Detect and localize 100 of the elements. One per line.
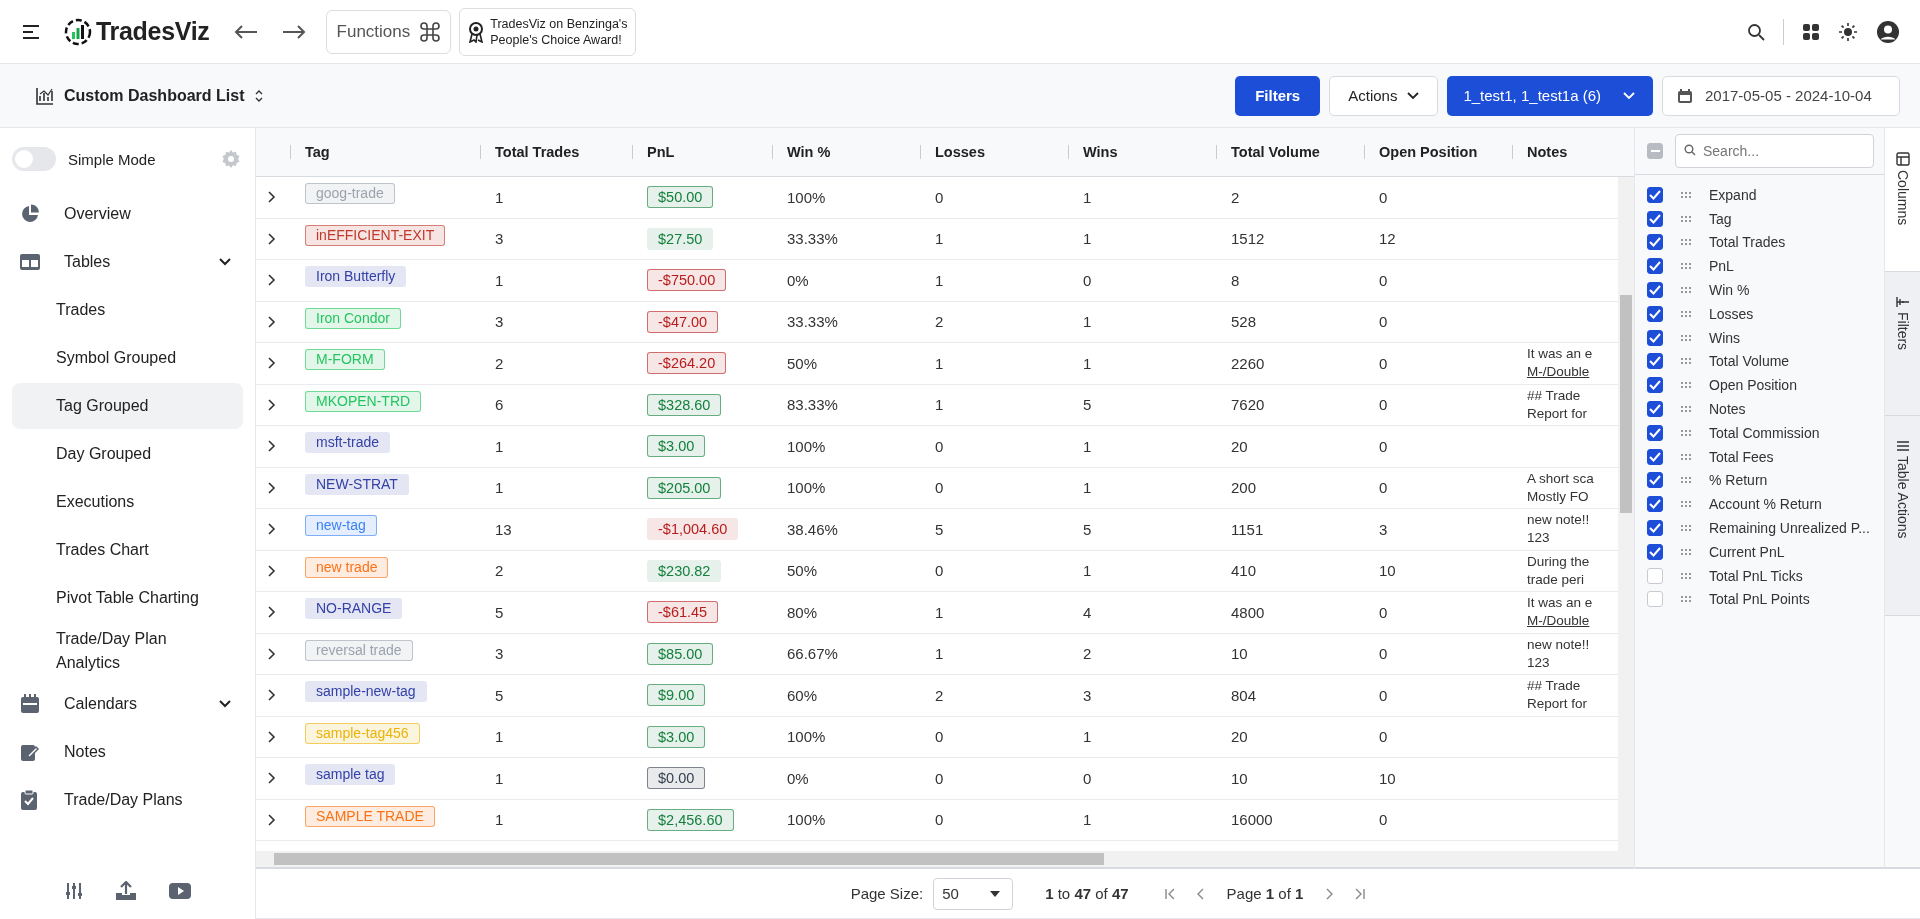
drag-handle-icon[interactable] [1681, 453, 1691, 460]
column-checkbox[interactable] [1647, 282, 1663, 299]
expand-chevron-icon[interactable] [268, 357, 276, 370]
expand-chevron-icon[interactable] [268, 647, 276, 660]
side-tab[interactable]: Columns [1885, 128, 1920, 272]
filters-button[interactable]: Filters [1235, 75, 1321, 116]
page-size-select[interactable]: 50 [933, 877, 1014, 910]
expand-chevron-icon[interactable] [268, 274, 276, 287]
previous-page-icon[interactable] [1196, 887, 1205, 900]
drag-handle-icon[interactable] [1681, 501, 1691, 508]
nav-item[interactable]: Calendars [12, 680, 243, 728]
horizontal-scrollbar[interactable] [256, 851, 1634, 869]
expand-chevron-icon[interactable] [268, 606, 276, 619]
expand-chevron-icon[interactable] [268, 398, 276, 411]
video-play-icon[interactable] [168, 883, 191, 899]
drag-handle-icon[interactable] [1681, 215, 1691, 222]
forward-arrow-icon[interactable] [281, 23, 306, 40]
nav-subitem[interactable]: Trades Chart [12, 527, 243, 573]
expand-chevron-icon[interactable] [268, 481, 276, 494]
nav-subitem[interactable]: Trades [12, 287, 243, 333]
expand-chevron-icon[interactable] [268, 730, 276, 743]
menu-icon[interactable] [22, 24, 40, 39]
nav-item[interactable]: Notes [12, 728, 243, 776]
back-arrow-icon[interactable] [233, 23, 258, 40]
nav-item[interactable]: Trade/Day Plans [12, 776, 243, 824]
nav-subitem[interactable]: Day Grouped [12, 431, 243, 477]
expand-chevron-icon[interactable] [268, 191, 276, 204]
column-checkbox[interactable] [1647, 305, 1663, 322]
nav-item[interactable]: Overview [12, 190, 243, 238]
nav-subitem[interactable]: Tag Grouped [12, 383, 243, 429]
sort-caret-icon[interactable] [254, 88, 265, 103]
column-header[interactable]: Losses [935, 144, 985, 160]
note-link[interactable]: M-/Double [1527, 363, 1590, 382]
vertical-scrollbar[interactable] [1618, 177, 1634, 851]
expand-chevron-icon[interactable] [268, 440, 276, 453]
column-checkbox[interactable] [1647, 401, 1663, 418]
column-checkbox[interactable] [1647, 543, 1663, 560]
column-checkbox[interactable] [1647, 329, 1663, 346]
accounts-dropdown[interactable]: 1_test1, 1_test1a (6) [1447, 75, 1653, 116]
drag-handle-icon[interactable] [1681, 596, 1691, 603]
date-range-picker[interactable]: 2017-05-05 - 2024-10-04 [1662, 75, 1900, 116]
nav-subitem[interactable]: Trade/Day Plan Analytics [12, 623, 243, 679]
expand-chevron-icon[interactable] [268, 689, 276, 702]
nav-subitem[interactable]: Pivot Table Charting [12, 575, 243, 621]
drag-handle-icon[interactable] [1681, 477, 1691, 484]
side-tab[interactable]: Table Actions [1885, 416, 1920, 616]
column-header[interactable]: Tag [305, 144, 330, 160]
select-all-checkbox[interactable] [1647, 143, 1663, 159]
column-header[interactable]: Total Volume [1231, 144, 1320, 160]
simple-mode-toggle[interactable] [12, 147, 56, 171]
actions-dropdown[interactable]: Actions [1329, 75, 1439, 116]
functions-button[interactable]: Functions [325, 9, 452, 54]
dashboard-title[interactable]: Custom Dashboard List [64, 86, 245, 105]
nav-item[interactable]: Tables [12, 238, 243, 286]
column-header[interactable]: Win % [787, 144, 831, 160]
drag-handle-icon[interactable] [1681, 406, 1691, 413]
column-checkbox[interactable] [1647, 234, 1663, 251]
column-checkbox[interactable] [1647, 424, 1663, 441]
grid-icon[interactable] [1802, 22, 1820, 41]
upload-icon[interactable] [114, 881, 137, 901]
next-page-icon[interactable] [1325, 887, 1334, 900]
last-page-icon[interactable] [1355, 887, 1366, 900]
column-checkbox[interactable] [1647, 520, 1663, 537]
nav-subitem[interactable]: Executions [12, 479, 243, 525]
search-field[interactable]: Search... [1675, 134, 1874, 168]
note-link[interactable]: M-/Double [1527, 612, 1590, 631]
nav-subitem[interactable]: Symbol Grouped [12, 335, 243, 381]
column-checkbox[interactable] [1647, 448, 1663, 465]
column-checkbox[interactable] [1647, 496, 1663, 513]
column-header[interactable]: Open Position [1379, 144, 1478, 160]
drag-handle-icon[interactable] [1681, 429, 1691, 436]
drag-handle-icon[interactable] [1681, 525, 1691, 532]
drag-handle-icon[interactable] [1681, 572, 1691, 579]
column-header[interactable]: Notes [1527, 144, 1568, 160]
drag-handle-icon[interactable] [1681, 358, 1691, 365]
drag-handle-icon[interactable] [1681, 548, 1691, 555]
drag-handle-icon[interactable] [1681, 263, 1691, 270]
drag-handle-icon[interactable] [1681, 287, 1691, 294]
column-checkbox[interactable] [1647, 258, 1663, 275]
first-page-icon[interactable] [1164, 887, 1175, 900]
award-badge[interactable]: TradesViz on Benzinga's People's Choice Award! [459, 7, 637, 56]
search-icon[interactable] [1747, 22, 1765, 41]
expand-chevron-icon[interactable] [268, 564, 276, 577]
column-checkbox[interactable] [1647, 353, 1663, 370]
drag-handle-icon[interactable] [1681, 239, 1691, 246]
expand-chevron-icon[interactable] [268, 772, 276, 785]
side-tab[interactable]: Filters [1885, 272, 1920, 416]
column-checkbox[interactable] [1647, 210, 1663, 227]
column-checkbox[interactable] [1647, 186, 1663, 203]
user-avatar-icon[interactable] [1876, 19, 1900, 44]
expand-chevron-icon[interactable] [268, 523, 276, 536]
column-header[interactable]: Total Trades [495, 144, 580, 160]
expand-chevron-icon[interactable] [268, 232, 276, 245]
drag-handle-icon[interactable] [1681, 191, 1691, 198]
drag-handle-icon[interactable] [1681, 334, 1691, 341]
column-checkbox[interactable] [1647, 472, 1663, 489]
drag-handle-icon[interactable] [1681, 310, 1691, 317]
expand-chevron-icon[interactable] [268, 813, 276, 826]
column-header[interactable]: Wins [1083, 144, 1118, 160]
expand-chevron-icon[interactable] [268, 315, 276, 328]
